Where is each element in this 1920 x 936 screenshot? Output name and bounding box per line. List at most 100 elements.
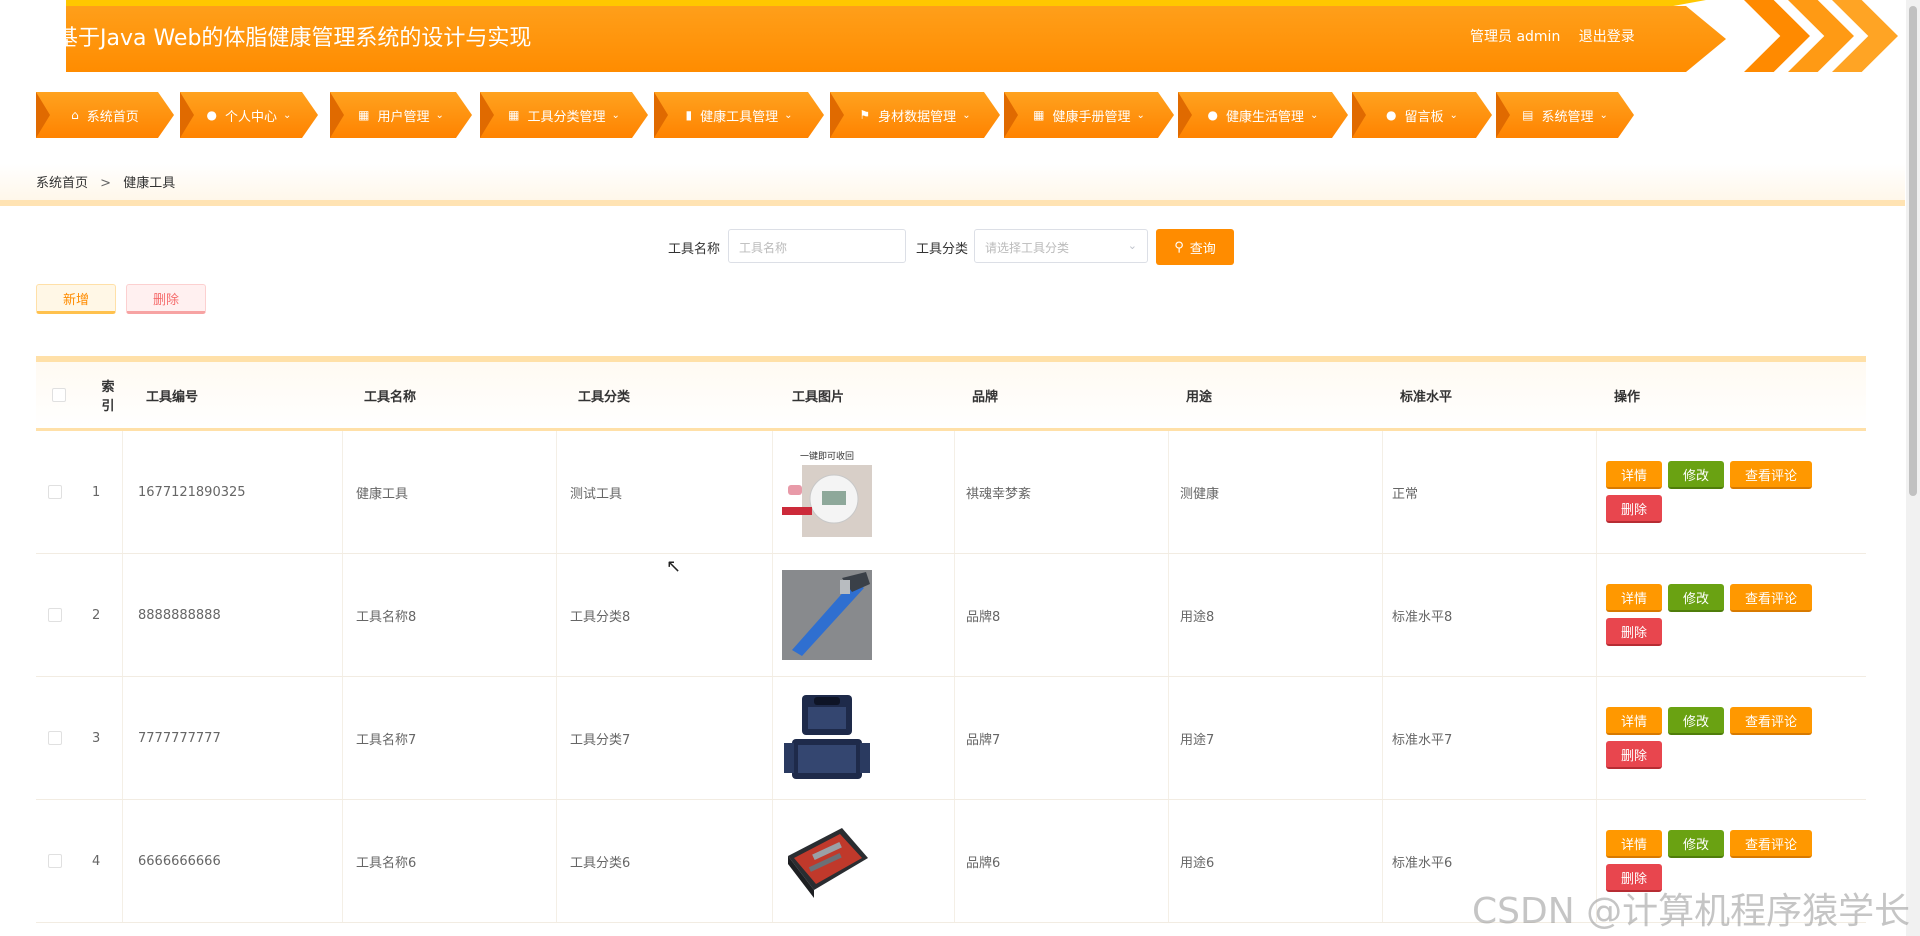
row-checkbox[interactable] (48, 731, 62, 745)
header-usage: 用途 (1186, 389, 1213, 405)
cell-usage: 用途7 (1180, 732, 1215, 748)
chevron-down-icon: ⌄ (611, 109, 620, 121)
row-checkbox[interactable] (48, 608, 62, 622)
home-icon: ⌂ (71, 108, 79, 122)
tool-category-select[interactable]: 请选择工具分类 ⌄ (974, 229, 1148, 263)
app-title: 基于Java Web的体脂健康管理系统的设计与实现 (56, 26, 532, 51)
table-row: 3 7777777777 工具名称7 工具分类7 品牌7 用途7 标准水平7 详… (36, 677, 1866, 800)
cell-usage: 用途8 (1180, 609, 1215, 625)
cell-category: 测试工具 (570, 486, 623, 502)
chevron-down-icon: ⌄ (962, 109, 971, 121)
tool-image-tool-case (782, 693, 872, 783)
breadcrumb-home[interactable]: 系统首页 (36, 176, 88, 191)
nav-item-label: 健康生活管理 (1226, 109, 1305, 125)
tool-category-placeholder: 请选择工具分类 (985, 241, 1070, 255)
view-comments-button[interactable]: 查看评论 (1730, 584, 1812, 612)
tool-name-label: 工具名称 (668, 242, 721, 257)
search-button[interactable]: ⚲ 查询 (1156, 229, 1234, 265)
tool-image-pipe-wrench (782, 570, 872, 660)
chevron-down-icon: ⌄ (1449, 109, 1458, 121)
tool-image-body-tape: 一键即可收回 (782, 447, 872, 537)
cell-category: 工具分类7 (570, 732, 631, 748)
nav-item-health-manual[interactable]: ▦ 健康手册管理 ⌄ (1004, 92, 1174, 138)
breadcrumb-current: 健康工具 (123, 176, 176, 191)
chevron-down-icon: ⌄ (784, 109, 793, 121)
cell-standard: 正常 (1392, 486, 1419, 502)
nav-item-label: 身材数据管理 (878, 109, 957, 125)
nav-item-healthy-life[interactable]: ● 健康生活管理 ⌄ (1178, 92, 1348, 138)
delete-row-button[interactable]: 删除 (1606, 495, 1662, 523)
bulk-delete-button[interactable]: 删除 (126, 284, 206, 314)
view-comments-button[interactable]: 查看评论 (1730, 830, 1812, 858)
nav-item-body-data[interactable]: ⚑ 身材数据管理 ⌄ (830, 92, 1000, 138)
nav-item-personal-center[interactable]: ● 个人中心 ⌄ (180, 92, 318, 138)
header-image: 工具图片 (792, 389, 845, 405)
cell-brand: 祺魂幸梦紊 (966, 486, 1032, 502)
chevron-down-icon: ⌄ (1310, 109, 1319, 121)
edit-button[interactable]: 修改 (1668, 830, 1724, 858)
delete-row-button[interactable]: 删除 (1606, 618, 1662, 646)
edit-button[interactable]: 修改 (1668, 584, 1724, 612)
tool-name-input[interactable]: 工具名称 (728, 229, 906, 263)
view-comments-button[interactable]: 查看评论 (1730, 461, 1812, 489)
detail-button[interactable]: 详情 (1606, 461, 1662, 489)
detail-button[interactable]: 详情 (1606, 584, 1662, 612)
detail-button[interactable]: 详情 (1606, 707, 1662, 735)
image-caption: 一键即可收回 (800, 450, 854, 462)
cell-usage: 测健康 (1180, 486, 1220, 502)
tools-table: 索引 工具编号 工具名称 工具分类 工具图片 品牌 用途 标准水平 操作 1 1… (36, 356, 1866, 923)
edit-button[interactable]: 修改 (1668, 461, 1724, 489)
page-scrollbar[interactable] (1906, 0, 1920, 936)
cell-category: 工具分类6 (570, 855, 631, 871)
cell-name: 工具名称8 (356, 609, 417, 625)
cell-usage: 用途6 (1180, 855, 1215, 871)
edit-button[interactable]: 修改 (1668, 707, 1724, 735)
grid-icon: ▦ (508, 108, 520, 122)
row-checkbox[interactable] (48, 854, 62, 868)
select-all-checkbox[interactable] (52, 388, 66, 402)
row-actions: 详情 修改 查看评论 删除 (1606, 431, 1826, 553)
table-header: 索引 工具编号 工具名称 工具分类 工具图片 品牌 用途 标准水平 操作 (36, 356, 1866, 431)
scrollbar-thumb[interactable] (1909, 6, 1917, 496)
nav-item-label: 系统管理 (1541, 109, 1594, 125)
nav-item-message-board[interactable]: ● 留言板 ⌄ (1352, 92, 1492, 138)
grid-icon: ▦ (1033, 108, 1045, 122)
nav-item-health-tools[interactable]: ▮ 健康工具管理 ⌄ (654, 92, 824, 138)
search-icon: ⚲ (1174, 239, 1184, 255)
nav-item-label: 健康手册管理 (1052, 109, 1131, 125)
cell-index: 3 (92, 730, 101, 746)
cell-category: 工具分类8 (570, 609, 631, 625)
detail-button[interactable]: 详情 (1606, 830, 1662, 858)
header-category: 工具分类 (578, 389, 631, 405)
main-nav: ⌂ 系统首页 ● 个人中心 ⌄ ▦ 用户管理 ⌄ ▦ 工具分类管理 ⌄ ▮ 健康… (36, 92, 1636, 138)
header-name: 工具名称 (364, 389, 417, 405)
user-icon: ● (1207, 108, 1219, 122)
nav-item-home[interactable]: ⌂ 系统首页 (36, 92, 174, 138)
nav-item-label: 工具分类管理 (527, 109, 606, 125)
add-button[interactable]: 新增 (36, 284, 116, 314)
cell-brand: 品牌6 (966, 855, 1001, 871)
row-actions: 详情 修改 查看评论 删除 (1606, 677, 1826, 799)
chevron-down-icon: ⌄ (1136, 109, 1145, 121)
nav-item-system-management[interactable]: ▤ 系统管理 ⌄ (1496, 92, 1634, 138)
nav-item-label: 个人中心 (225, 109, 278, 125)
delete-row-button[interactable]: 删除 (1606, 741, 1662, 769)
header-stripe (66, 0, 1706, 6)
nav-item-label: 用户管理 (377, 109, 430, 125)
tool-image-tool-kit (782, 816, 872, 906)
logout-link[interactable]: 退出登录 (1579, 29, 1635, 45)
nav-item-user-management[interactable]: ▦ 用户管理 ⌄ (330, 92, 472, 138)
header-code: 工具编号 (146, 389, 199, 405)
row-checkbox[interactable] (48, 485, 62, 499)
cell-standard: 标准水平8 (1392, 609, 1453, 625)
chevron-down-icon: ⌄ (283, 109, 292, 121)
row-actions: 详情 修改 查看评论 删除 (1606, 554, 1826, 676)
pin-icon: ● (1386, 108, 1397, 122)
view-comments-button[interactable]: 查看评论 (1730, 707, 1812, 735)
nav-item-tool-category[interactable]: ▦ 工具分类管理 ⌄ (480, 92, 648, 138)
cell-code: 7777777777 (138, 730, 221, 746)
chevron-down-icon: ⌄ (1127, 239, 1137, 252)
search-button-label: 查询 (1189, 241, 1216, 257)
breadcrumb-separator: > (100, 176, 112, 191)
cell-name: 工具名称7 (356, 732, 417, 748)
